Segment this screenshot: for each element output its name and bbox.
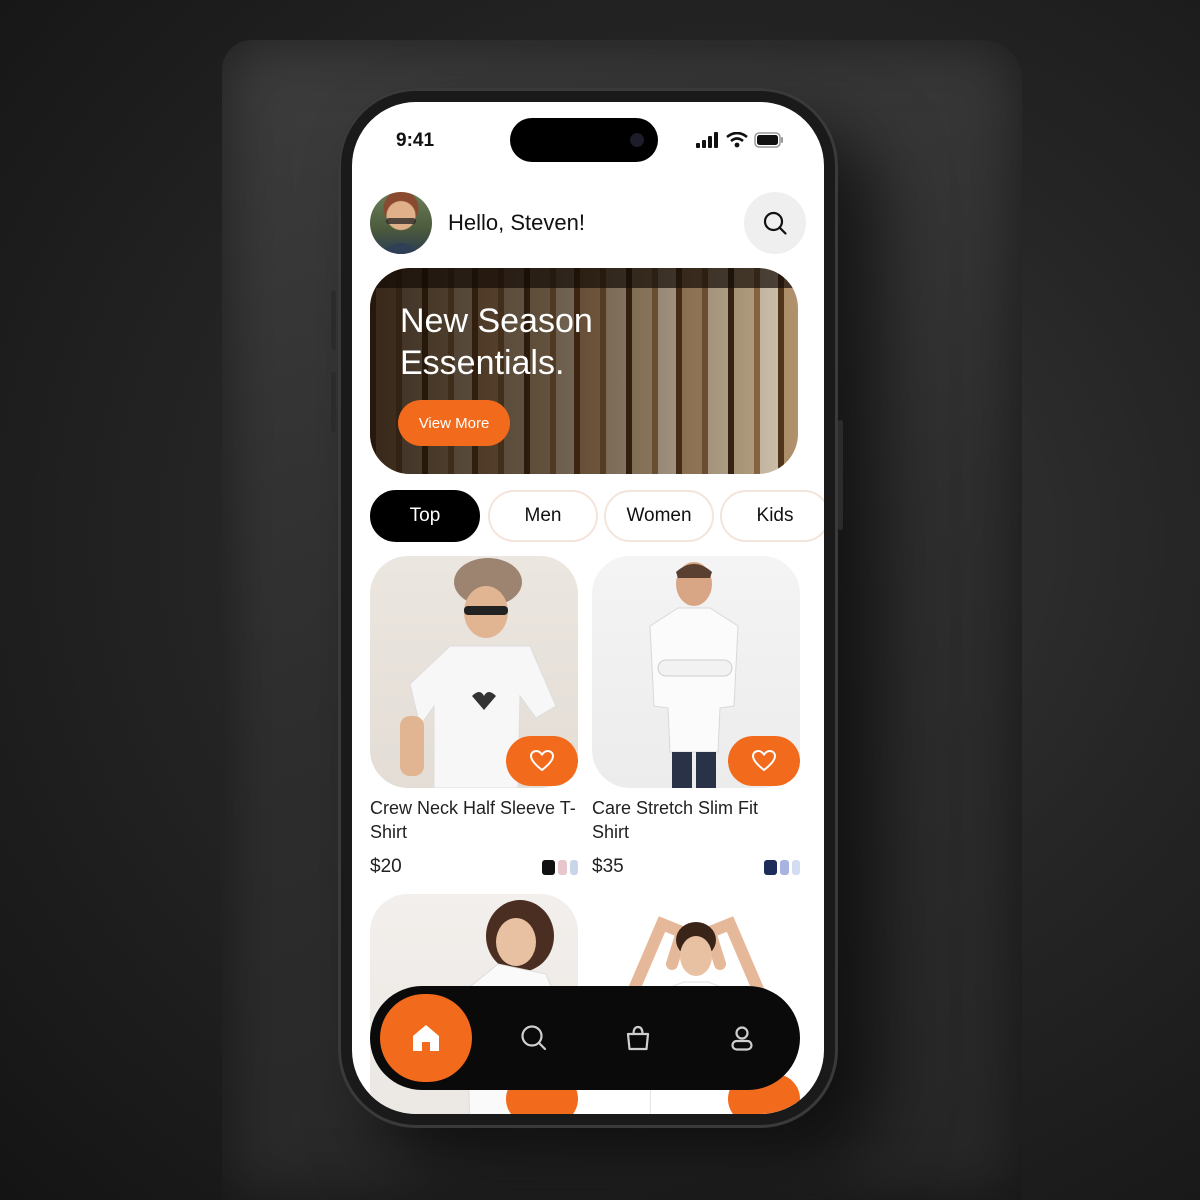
color-swatch[interactable] (792, 860, 800, 875)
banner-title-line: Essentials. (400, 344, 565, 382)
chip-kids[interactable]: Kids (720, 490, 824, 542)
greeting-text: Hello, Steven! (448, 210, 585, 235)
app-header: Hello, Steven! (370, 190, 806, 256)
product-title: Care Stretch Slim Fit Shirt (592, 798, 759, 842)
avatar-face (382, 218, 420, 254)
color-swatch[interactable] (780, 860, 789, 875)
product-price: $20 (370, 856, 402, 877)
nav-bag-button[interactable] (618, 1018, 658, 1058)
status-bar: 9:41 (352, 102, 824, 182)
favorite-button[interactable] (506, 736, 578, 786)
battery-icon (754, 132, 783, 148)
color-swatches (764, 860, 800, 875)
chip-women[interactable]: Women (604, 490, 714, 542)
heart-icon (751, 749, 777, 772)
search-icon (763, 211, 787, 235)
banner-title: New Season Essentials. (400, 300, 660, 384)
color-swatch[interactable] (558, 860, 567, 875)
dynamic-island (510, 118, 658, 162)
favorite-button[interactable] (728, 736, 800, 786)
color-swatch[interactable] (570, 860, 578, 875)
nav-profile-button[interactable] (722, 1018, 762, 1058)
category-chips: Top Men Women Kids (370, 490, 824, 542)
avatar[interactable] (370, 192, 432, 254)
view-more-button[interactable]: View More (398, 400, 510, 446)
chip-men[interactable]: Men (488, 490, 598, 542)
banner-title-line: New Season (400, 302, 593, 340)
nav-search-button[interactable] (514, 1018, 554, 1058)
color-swatch[interactable] (764, 860, 777, 875)
chip-top[interactable]: Top (370, 490, 480, 542)
profile-icon (731, 1026, 753, 1051)
wifi-icon (726, 132, 748, 148)
home-icon (413, 1025, 439, 1051)
phone-power-button (838, 420, 843, 530)
product-price: $35 (592, 856, 624, 877)
app-screen: 9:41 Hello, Steven! New Season Essential… (352, 102, 824, 1114)
header-search-button[interactable] (744, 192, 806, 254)
phone-side-button (331, 372, 336, 432)
heart-icon (529, 749, 555, 772)
status-time: 9:41 (396, 130, 435, 151)
color-swatches (542, 860, 578, 875)
phone-side-button (331, 290, 336, 350)
status-icons (696, 132, 784, 148)
bottom-nav (370, 986, 800, 1090)
nav-home-button[interactable] (380, 994, 472, 1082)
signal-icon (696, 132, 718, 148)
promo-banner[interactable]: New Season Essentials. View More (370, 268, 798, 474)
color-swatch[interactable] (542, 860, 555, 875)
banner-rail (370, 268, 798, 288)
camera-icon (630, 133, 644, 147)
search-icon (521, 1025, 547, 1051)
bag-icon (626, 1025, 650, 1051)
product-title: Crew Neck Half Sleeve T-Shirt (370, 798, 576, 842)
